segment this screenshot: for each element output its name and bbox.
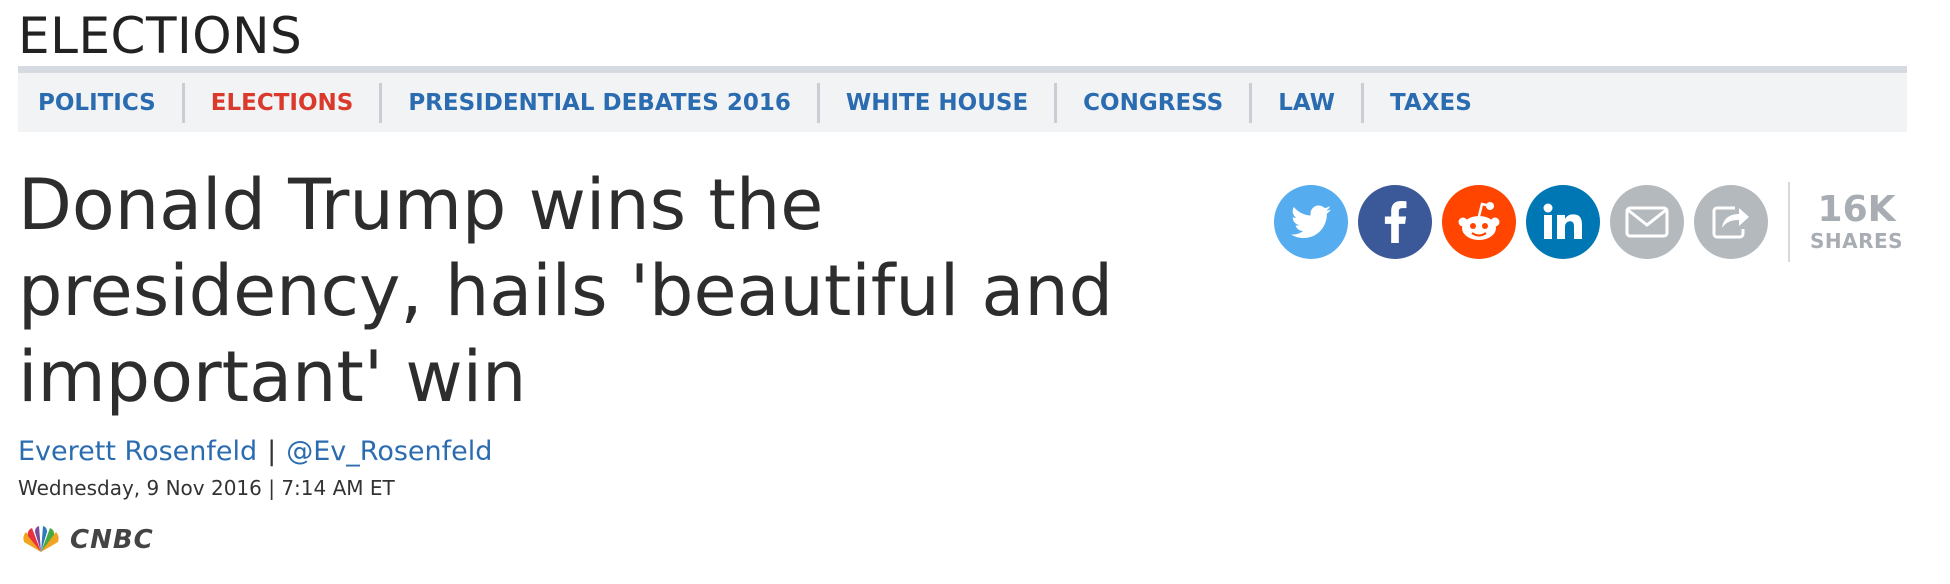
nav-item-elections[interactable]: ELECTIONS — [185, 82, 383, 123]
share-icon — [1712, 206, 1749, 239]
author-link[interactable]: Everett Rosenfeld — [18, 436, 257, 467]
share-count: 16K SHARES — [1788, 182, 1903, 262]
peacock-icon — [23, 526, 59, 552]
reddit-share-button[interactable] — [1442, 185, 1516, 259]
email-share-button[interactable] — [1610, 185, 1684, 259]
brand-name: CNBC — [70, 525, 154, 555]
facebook-share-button[interactable] — [1358, 185, 1432, 259]
share-bar: 16K SHARES — [1274, 182, 1903, 262]
byline: Everett Rosenfeld | @Ev_Rosenfeld — [18, 436, 492, 467]
more-share-button[interactable] — [1694, 185, 1768, 259]
linkedin-share-button[interactable] — [1526, 185, 1600, 259]
publish-date: Wednesday, 9 Nov 2016 | 7:14 AM ET — [18, 476, 395, 500]
nav-item-taxes[interactable]: TAXES — [1364, 83, 1498, 123]
section-title: ELECTIONS — [18, 7, 303, 65]
twitter-icon — [1291, 205, 1331, 238]
byline-separator: | — [267, 436, 277, 467]
share-count-number: 16K — [1817, 189, 1896, 230]
section-nav: POLITICS ELECTIONS PRESIDENTIAL DEBATES … — [18, 66, 1907, 132]
nav-item-presidential-debates-2016[interactable]: PRESIDENTIAL DEBATES 2016 — [382, 82, 820, 123]
facebook-icon — [1384, 201, 1407, 243]
article-headline: Donald Trump wins the presidency, hails … — [18, 164, 1114, 418]
twitter-share-button[interactable] — [1274, 185, 1348, 259]
share-count-label: SHARES — [1810, 229, 1904, 253]
email-icon — [1625, 206, 1669, 238]
author-twitter-link[interactable]: @Ev_Rosenfeld — [286, 436, 492, 467]
nav-item-politics[interactable]: POLITICS — [18, 82, 185, 123]
reddit-icon — [1458, 202, 1500, 240]
nav-item-congress[interactable]: CONGRESS — [1057, 82, 1253, 123]
linkedin-icon — [1543, 203, 1582, 239]
cnbc-logo: CNBC — [18, 525, 154, 555]
nav-item-white-house[interactable]: WHITE HOUSE — [820, 82, 1058, 123]
nav-item-law[interactable]: LAW — [1252, 82, 1365, 123]
